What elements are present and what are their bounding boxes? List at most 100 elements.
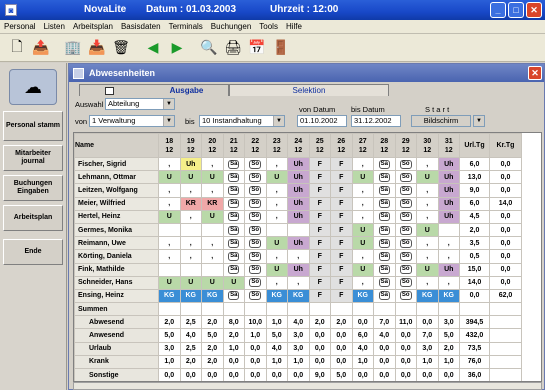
day-cell[interactable]: , <box>287 275 310 290</box>
tab-ausgabe[interactable]: Ausgabe <box>79 84 229 96</box>
day-cell[interactable]: U <box>265 262 288 277</box>
day-cell[interactable]: F <box>308 209 331 224</box>
day-cell[interactable]: , <box>158 249 181 264</box>
table-row[interactable]: Fischer, Sigrid, Uh, Sa So, Uh F F, Sa So, Uh 6,0 0… <box>74 156 522 172</box>
forward-arrow-icon[interactable]: ▶ <box>166 37 188 59</box>
new-document-icon[interactable]: 🗋 <box>6 37 28 59</box>
day-cell[interactable]: Uh <box>287 183 310 198</box>
day-cell[interactable]: , <box>437 236 460 251</box>
day-cell[interactable]: , <box>201 236 224 251</box>
menu-item-listen[interactable]: Listen <box>40 22 69 31</box>
day-cell[interactable]: So <box>244 275 267 290</box>
day-cell[interactable]: Uh <box>287 170 310 185</box>
day-cell[interactable]: , <box>351 209 374 224</box>
day-cell[interactable]: Sa <box>222 209 245 224</box>
day-cell[interactable]: , <box>179 209 202 224</box>
day-cell[interactable]: Sa <box>373 196 396 211</box>
day-cell[interactable]: So <box>394 183 417 198</box>
day-cell[interactable]: , <box>287 249 310 264</box>
employee-name[interactable]: Körting, Daniela <box>74 249 159 264</box>
day-cell[interactable]: Sa <box>373 156 396 172</box>
day-cell[interactable]: Sa <box>222 156 245 172</box>
day-cell[interactable]: , <box>265 249 288 264</box>
table-row[interactable]: Ensing, Heinz KG KG KG Sa So KG KG F F KG Sa So KG KG 0… <box>74 288 522 304</box>
day-cell[interactable]: So <box>244 196 267 211</box>
day-cell[interactable]: Uh <box>437 209 460 224</box>
minimize-button[interactable]: _ <box>490 2 506 18</box>
day-cell[interactable]: KG <box>179 288 202 304</box>
print-icon[interactable]: 🖨 <box>222 37 244 59</box>
day-cell[interactable]: Uh <box>437 196 460 211</box>
day-cell[interactable]: , <box>416 275 439 290</box>
day-cell[interactable]: F <box>330 222 353 238</box>
day-cell[interactable]: F <box>330 262 353 277</box>
day-cell[interactable]: , <box>158 236 181 251</box>
day-cell[interactable]: F <box>330 156 353 172</box>
menu-item-buchungen[interactable]: Buchungen <box>207 22 255 31</box>
maximize-button[interactable]: □ <box>508 2 524 18</box>
day-cell[interactable]: U <box>351 262 374 277</box>
day-cell[interactable]: , <box>416 156 439 172</box>
day-cell[interactable]: Sa <box>373 170 396 185</box>
day-cell[interactable]: So <box>394 170 417 185</box>
day-cell[interactable]: So <box>244 222 267 238</box>
day-cell[interactable]: , <box>416 209 439 224</box>
hierarchy-icon[interactable]: 🏢 <box>62 37 84 59</box>
menu-item-basisdaten[interactable]: Basisdaten <box>117 22 165 31</box>
day-cell[interactable]: Sa <box>222 183 245 198</box>
day-cell[interactable]: Sa <box>373 288 396 304</box>
day-cell[interactable]: , <box>158 196 181 211</box>
table-row[interactable]: Hertel, Heinz U, U Sa So, Uh F F, Sa So, Uh 4,5 0,0 <box>74 209 522 224</box>
day-cell[interactable]: So <box>394 262 417 277</box>
day-cell[interactable]: , <box>416 196 439 211</box>
day-cell[interactable]: So <box>394 196 417 211</box>
day-cell[interactable]: So <box>244 249 267 264</box>
day-cell[interactable]: Uh <box>287 262 310 277</box>
day-cell[interactable]: , <box>265 275 288 290</box>
day-cell[interactable]: Sa <box>373 262 396 277</box>
day-cell[interactable]: U <box>158 209 181 224</box>
table-row[interactable]: Schneider, Hans U U U U So,, F F, Sa So,, 14,0 0,0 <box>74 275 522 290</box>
day-cell[interactable]: Uh <box>437 170 460 185</box>
day-cell[interactable]: Sa <box>373 209 396 224</box>
day-cell[interactable]: KR <box>201 196 224 211</box>
exit-door-icon[interactable]: 🚪 <box>270 37 292 59</box>
menu-item-hilfe[interactable]: Hilfe <box>282 22 306 31</box>
day-cell[interactable]: Sa <box>222 262 245 277</box>
day-cell[interactable]: Sa <box>373 222 396 238</box>
day-cell[interactable]: F <box>308 170 331 185</box>
menu-item-tools[interactable]: Tools <box>255 22 282 31</box>
day-cell[interactable] <box>158 222 181 238</box>
day-cell[interactable]: So <box>244 209 267 224</box>
sidebar-item-ende[interactable]: Ende <box>3 239 63 265</box>
horizontal-scrollbar[interactable] <box>73 382 542 390</box>
table-row[interactable]: Lehmann, Ottmar U U U Sa So U Uh F F U Sa So U Uh 13,0 0… <box>74 170 522 185</box>
employee-name[interactable]: Lehmann, Ottmar <box>74 170 159 185</box>
sidebar-item-buchungen[interactable]: Buchungen Eingaben <box>3 175 63 201</box>
day-cell[interactable] <box>179 222 202 238</box>
bis-datum-input[interactable]: 31.12.2002 <box>351 115 401 127</box>
day-cell[interactable]: F <box>330 236 353 251</box>
day-cell[interactable]: So <box>394 275 417 290</box>
day-cell[interactable]: U <box>351 222 374 238</box>
day-cell[interactable]: , <box>265 196 288 211</box>
day-cell[interactable]: U <box>416 262 439 277</box>
day-cell[interactable]: U <box>416 222 439 238</box>
day-cell[interactable]: , <box>179 183 202 198</box>
start-dropdown[interactable]: ▼ <box>473 115 485 127</box>
table-row[interactable]: Germes, Monika Sa So F F U Sa So U 2,0 0,0 <box>74 222 522 238</box>
day-cell[interactable]: , <box>265 183 288 198</box>
day-cell[interactable]: KG <box>201 288 224 304</box>
day-cell[interactable]: Sa <box>222 222 245 238</box>
day-cell[interactable]: U <box>158 170 181 185</box>
day-cell[interactable]: Uh <box>287 196 310 211</box>
day-cell[interactable]: , <box>437 275 460 290</box>
day-cell[interactable]: U <box>201 209 224 224</box>
day-cell[interactable]: So <box>244 262 267 277</box>
von-select[interactable]: 1 Verwaltung ▼ <box>89 115 175 127</box>
day-cell[interactable]: , <box>201 156 224 172</box>
calendar-icon[interactable]: 📅 <box>246 37 268 59</box>
bis-select[interactable]: 10 Instandhaltung ▼ <box>199 115 285 127</box>
day-cell[interactable]: F <box>308 222 331 238</box>
day-cell[interactable]: F <box>308 236 331 251</box>
